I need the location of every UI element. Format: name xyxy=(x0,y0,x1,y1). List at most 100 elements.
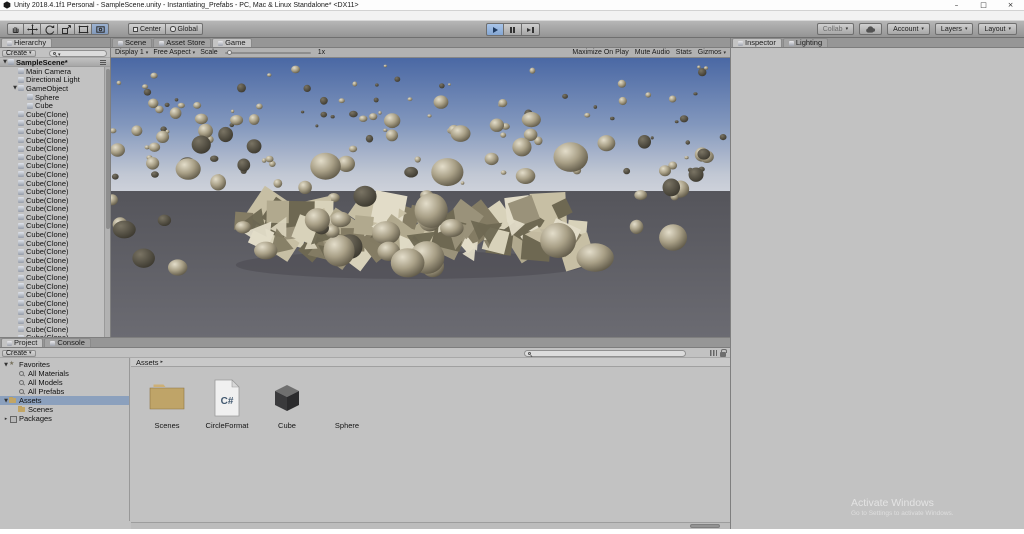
hierarchy-item[interactable]: Cube(Clone) xyxy=(0,265,104,274)
tab-hierarchy[interactable]: Hierarchy xyxy=(1,38,52,47)
hierarchy-item[interactable]: Cube(Clone) xyxy=(0,127,104,136)
play-button[interactable] xyxy=(486,23,504,36)
hierarchy-item[interactable]: Cube(Clone) xyxy=(0,273,104,282)
move-tool-button[interactable] xyxy=(24,23,41,35)
hand-tool-button[interactable] xyxy=(7,23,24,35)
hierarchy-item[interactable]: Cube(Clone) xyxy=(0,325,104,334)
chevron-down-icon: ▾ xyxy=(29,350,32,356)
hierarchy-item[interactable]: Cube xyxy=(0,101,104,110)
hierarchy-item[interactable]: Cube(Clone) xyxy=(0,110,104,119)
search-icon xyxy=(528,352,531,355)
hierarchy-item[interactable]: Cube(Clone) xyxy=(0,187,104,196)
hierarchy-item[interactable]: Cube(Clone) xyxy=(0,239,104,248)
asset-item[interactable]: C# CircleFormat xyxy=(201,376,253,430)
project-tab[interactable]: Project xyxy=(1,338,43,347)
project-tree-item[interactable]: All Prefabs xyxy=(0,387,129,396)
hierarchy-item[interactable]: Cube(Clone) xyxy=(0,179,104,188)
project-tab[interactable]: Console xyxy=(44,338,91,347)
hierarchy-item[interactable]: ▼ GameObject xyxy=(0,84,104,93)
asset-item[interactable]: Sphere xyxy=(321,376,373,430)
globe-icon xyxy=(170,26,176,32)
layers-button[interactable]: Layers ▾ xyxy=(935,23,974,35)
lock-icon[interactable] xyxy=(720,352,726,357)
hierarchy-search-input[interactable]: ▾ xyxy=(49,50,107,57)
pivot-center-button[interactable]: Center xyxy=(128,23,166,35)
close-button[interactable]: × xyxy=(997,0,1024,10)
hierarchy-item[interactable]: Cube(Clone) xyxy=(0,299,104,308)
view-tab[interactable]: Scene xyxy=(112,38,152,47)
hierarchy-item[interactable]: Cube(Clone) xyxy=(0,119,104,128)
game-viewport[interactable] xyxy=(111,58,730,337)
pause-button[interactable] xyxy=(504,23,522,36)
hierarchy-item[interactable]: Cube(Clone) xyxy=(0,308,104,317)
project-tree-item[interactable]: Scenes xyxy=(0,405,129,414)
hierarchy-item[interactable]: Cube(Clone) xyxy=(0,230,104,239)
hierarchy-item[interactable]: Cube(Clone) xyxy=(0,282,104,291)
maximize-on-play-button[interactable]: Maximize On Play xyxy=(572,49,628,56)
hierarchy-item[interactable]: Cube(Clone) xyxy=(0,196,104,205)
scene-header[interactable]: ▼ SampleScene* xyxy=(0,58,110,67)
view-tab[interactable]: Asset Store xyxy=(153,38,211,47)
project-toolbar: Create ▾ xyxy=(0,348,730,358)
gizmos-dropdown[interactable]: Gizmos ▾ xyxy=(698,49,726,56)
inspector-tab[interactable]: Inspector xyxy=(732,38,782,47)
hierarchy-item[interactable]: Cube(Clone) xyxy=(0,136,104,145)
hierarchy-item[interactable]: Main Camera xyxy=(0,67,104,76)
hierarchy-item[interactable]: Directional Light xyxy=(0,76,104,85)
cloud-services-button[interactable] xyxy=(859,23,882,35)
project-search-input[interactable] xyxy=(524,350,686,357)
collab-button[interactable]: Collab ▾ xyxy=(817,23,854,35)
step-button[interactable] xyxy=(522,23,540,36)
project-create-button[interactable]: Create ▾ xyxy=(2,350,36,357)
scrollbar-thumb[interactable] xyxy=(106,69,110,229)
breadcrumb[interactable]: Assets ▸ xyxy=(131,358,730,367)
hierarchy-item[interactable]: Cube(Clone) xyxy=(0,144,104,153)
asset-item[interactable]: Cube xyxy=(261,376,313,430)
layout-button[interactable]: Layout ▾ xyxy=(978,23,1017,35)
stats-button[interactable]: Stats xyxy=(676,49,692,56)
scale-tool-button[interactable] xyxy=(58,23,75,35)
scene-icon xyxy=(8,59,14,65)
chevron-down-icon: ▾ xyxy=(965,26,968,32)
hierarchy-create-button[interactable]: Create ▾ xyxy=(2,50,36,57)
hierarchy-item[interactable]: Cube(Clone) xyxy=(0,256,104,265)
hierarchy-item[interactable]: Cube(Clone) xyxy=(0,205,104,214)
rotate-tool-button[interactable] xyxy=(41,23,58,35)
scene-options-icon[interactable] xyxy=(100,60,106,65)
scrollbar-thumb[interactable] xyxy=(690,524,720,528)
hierarchy-item[interactable]: Cube(Clone) xyxy=(0,247,104,256)
hierarchy-item[interactable]: Sphere xyxy=(0,93,104,102)
hierarchy-item[interactable]: Cube(Clone) xyxy=(0,222,104,231)
asset-item[interactable]: Scenes xyxy=(141,376,193,430)
hierarchy-item[interactable]: Cube(Clone) xyxy=(0,153,104,162)
column-view-icon[interactable] xyxy=(710,350,717,356)
project-tree-item[interactable]: ▼ Favorites xyxy=(0,360,129,369)
aspect-dropdown[interactable]: Free Aspect ▾ xyxy=(153,49,195,56)
project-tree-item[interactable]: ▼ Assets xyxy=(0,396,129,405)
project-scrollbar[interactable] xyxy=(131,522,730,529)
inspector-tab[interactable]: Lighting xyxy=(783,38,828,47)
transform-tool-button[interactable] xyxy=(92,23,109,35)
scale-slider[interactable] xyxy=(225,52,311,54)
inspector-tab-icon xyxy=(789,41,794,46)
space-global-button[interactable]: Global xyxy=(166,23,203,35)
hierarchy-item[interactable]: Cube(Clone) xyxy=(0,213,104,222)
hierarchy-scrollbar[interactable] xyxy=(104,67,110,337)
project-tree-item[interactable]: All Materials xyxy=(0,369,129,378)
hierarchy-item[interactable]: Cube(Clone) xyxy=(0,316,104,325)
hierarchy-item[interactable]: Cube(Clone) xyxy=(0,162,104,171)
display-dropdown[interactable]: Display 1 ▾ xyxy=(115,49,148,56)
account-button[interactable]: Account ▾ xyxy=(887,23,930,35)
hierarchy-tab-label: Hierarchy xyxy=(14,39,46,47)
minimize-button[interactable]: – xyxy=(943,0,970,10)
slider-knob[interactable] xyxy=(227,50,232,55)
gameobject-icon xyxy=(18,171,24,177)
mute-audio-button[interactable]: Mute Audio xyxy=(635,49,670,56)
project-tree-item[interactable]: ▸ Packages xyxy=(0,414,129,423)
hierarchy-item[interactable]: Cube(Clone) xyxy=(0,170,104,179)
rect-tool-button[interactable] xyxy=(75,23,92,35)
hierarchy-item[interactable]: Cube(Clone) xyxy=(0,290,104,299)
project-tree-item[interactable]: All Models xyxy=(0,378,129,387)
view-tab[interactable]: Game xyxy=(212,38,251,47)
maximize-button[interactable]: □ xyxy=(970,0,997,10)
